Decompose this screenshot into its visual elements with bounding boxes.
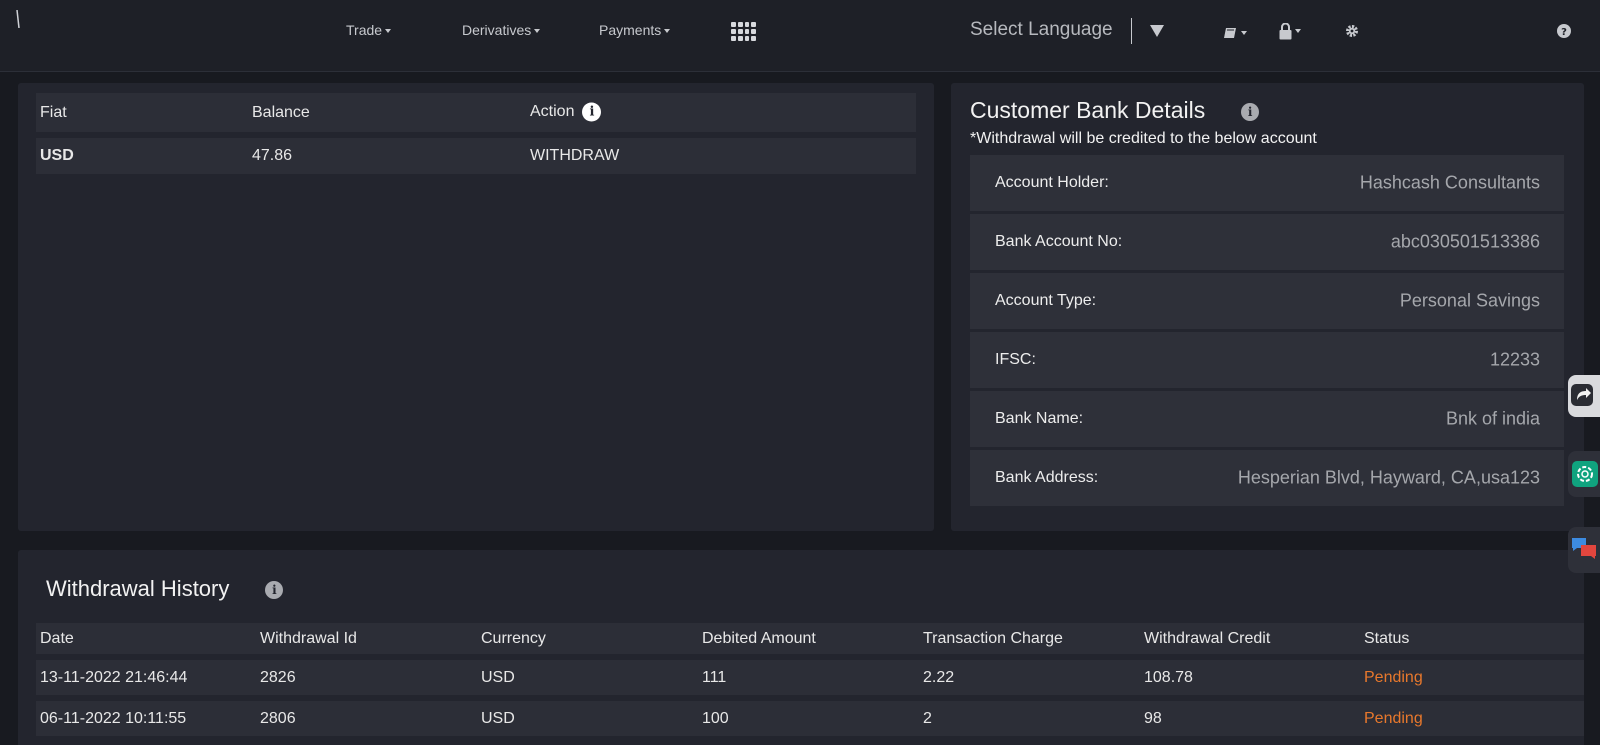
- chevron-down-icon: [664, 29, 671, 34]
- customer-bank-details-panel: Customer Bank Details i *Withdrawal will …: [951, 83, 1584, 531]
- column-header-action-label: Action: [530, 102, 575, 120]
- info-icon[interactable]: i: [265, 581, 284, 600]
- svg-text:?: ?: [1561, 27, 1567, 38]
- language-dropdown-arrow-icon[interactable]: [1150, 25, 1164, 37]
- bank-detail-label: Bank Account No:: [995, 233, 1123, 250]
- column-header-transaction-charge: Transaction Charge: [923, 629, 1063, 647]
- settings-button[interactable]: [1345, 24, 1359, 41]
- history-date: 06-11-2022 10:11:55: [40, 709, 187, 727]
- history-withdrawal-id: 2806: [260, 709, 296, 727]
- history-date: 13-11-2022 21:46:44: [40, 668, 188, 686]
- nav-trade[interactable]: Trade: [346, 22, 392, 38]
- nav-derivatives[interactable]: Derivatives: [462, 22, 541, 38]
- chat-icon: [1572, 538, 1596, 559]
- column-header-withdrawal-id: Withdrawal Id: [260, 629, 357, 647]
- table-row: 13-11-2022 21:46:44 2826 USD 111 2.22 10…: [36, 660, 1584, 695]
- withdrawal-history-title-label: Withdrawal History: [46, 576, 230, 601]
- withdrawal-history-title: Withdrawal History i: [46, 576, 284, 602]
- bank-detail-label: Account Holder:: [995, 174, 1109, 191]
- history-withdrawal-credit: 98: [1144, 709, 1162, 727]
- table-row: USD 47.86 WITHDRAW: [36, 138, 916, 174]
- share-button[interactable]: [1568, 375, 1600, 417]
- bank-detail-value: Bnk of india: [1445, 408, 1540, 429]
- info-icon[interactable]: i: [1241, 102, 1260, 121]
- book-menu[interactable]: [1224, 24, 1247, 40]
- history-withdrawal-id: 2826: [260, 668, 296, 686]
- nav-payments-label: Payments: [599, 22, 662, 38]
- chat-button[interactable]: [1568, 527, 1600, 573]
- chevron-down-icon: [534, 29, 541, 34]
- fiat-balance-panel: Fiat Balance Action i USD 47.86 WITHDRAW: [18, 83, 934, 531]
- bank-detail-value: Hashcash Consultants: [1359, 172, 1540, 193]
- column-header-fiat: Fiat: [40, 103, 67, 121]
- nav-payments[interactable]: Payments: [599, 22, 671, 38]
- help-button[interactable]: ?: [1557, 24, 1571, 41]
- bank-detail-label: Bank Name:: [995, 410, 1084, 427]
- top-navbar: Trade Derivatives Payments Select Langua…: [0, 0, 1600, 72]
- history-transaction-charge: 2: [923, 709, 932, 727]
- history-currency: USD: [481, 668, 515, 686]
- bank-detail-row: IFSC: 12233: [970, 332, 1564, 388]
- nav-trade-label: Trade: [346, 22, 383, 38]
- logo-mark-icon[interactable]: [16, 10, 20, 28]
- bank-details-list: Account Holder: Hashcash Consultants Ban…: [970, 155, 1564, 509]
- column-header-status: Status: [1364, 629, 1410, 647]
- bank-details-title: Customer Bank Details i: [970, 97, 1260, 124]
- bank-detail-value: abc030501513386: [1390, 231, 1540, 252]
- bank-detail-label: Bank Address:: [995, 469, 1099, 486]
- lock-icon: [1279, 22, 1292, 40]
- column-header-withdrawal-credit: Withdrawal Credit: [1144, 629, 1271, 647]
- chevron-down-icon: [385, 29, 392, 34]
- apps-grid-icon[interactable]: [731, 22, 756, 41]
- bank-detail-label: Account Type:: [995, 292, 1097, 309]
- fiat-table-header: Fiat Balance Action i: [36, 93, 916, 132]
- fiat-balance: 47.86: [252, 147, 293, 164]
- bank-detail-value: Personal Savings: [1399, 290, 1540, 311]
- history-debited-amount: 100: [702, 709, 729, 727]
- bank-detail-value: Hesperian Blvd, Hayward, CA,usa123: [1237, 467, 1540, 488]
- info-icon[interactable]: i: [582, 102, 602, 122]
- history-table-header: Date Withdrawal Id Currency Debited Amou…: [36, 623, 1584, 654]
- select-language[interactable]: Select Language: [970, 19, 1113, 41]
- book-icon: [1224, 28, 1236, 39]
- bank-detail-value: 12233: [1489, 349, 1540, 370]
- history-debited-amount: 111: [702, 668, 727, 686]
- bank-detail-row: Account Type: Personal Savings: [970, 273, 1564, 329]
- history-withdrawal-credit: 108.78: [1144, 668, 1193, 686]
- status-badge: Pending: [1364, 668, 1423, 686]
- chevron-down-icon: [1241, 31, 1247, 36]
- fiat-currency: USD: [40, 147, 74, 164]
- history-transaction-charge: 2.22: [923, 668, 955, 686]
- bank-detail-row: Bank Name: Bnk of india: [970, 391, 1564, 447]
- withdrawal-history-panel: Withdrawal History i Date Withdrawal Id C…: [18, 550, 1584, 745]
- language-divider: [1131, 18, 1132, 44]
- column-header-action: Action i: [530, 102, 602, 122]
- lock-menu[interactable]: [1279, 22, 1301, 40]
- help-icon: ?: [1557, 24, 1571, 38]
- column-header-debited-amount: Debited Amount: [702, 629, 816, 647]
- share-icon: [1571, 384, 1593, 406]
- chatgpt-icon: [1572, 461, 1598, 487]
- bank-details-subtitle: *Withdrawal will be credited to the belo…: [970, 130, 1317, 147]
- nav-derivatives-label: Derivatives: [462, 22, 532, 38]
- bank-detail-row: Account Holder: Hashcash Consultants: [970, 155, 1564, 211]
- column-header-date: Date: [40, 629, 74, 647]
- gear-icon: [1346, 25, 1358, 37]
- column-header-currency: Currency: [481, 629, 546, 647]
- bank-details-title-label: Customer Bank Details: [970, 97, 1206, 123]
- chatgpt-button[interactable]: [1568, 451, 1600, 497]
- table-row: 06-11-2022 10:11:55 2806 USD 100 2 98 Pe…: [36, 701, 1584, 736]
- bank-detail-row: Bank Address: Hesperian Blvd, Hayward, C…: [970, 450, 1564, 506]
- bank-detail-label: IFSC:: [995, 351, 1036, 368]
- status-badge: Pending: [1364, 709, 1423, 727]
- bank-detail-row: Bank Account No: abc030501513386: [970, 214, 1564, 270]
- chevron-down-icon: [1295, 29, 1301, 34]
- column-header-balance: Balance: [252, 103, 310, 121]
- withdraw-button[interactable]: WITHDRAW: [530, 147, 619, 165]
- history-currency: USD: [481, 709, 515, 727]
